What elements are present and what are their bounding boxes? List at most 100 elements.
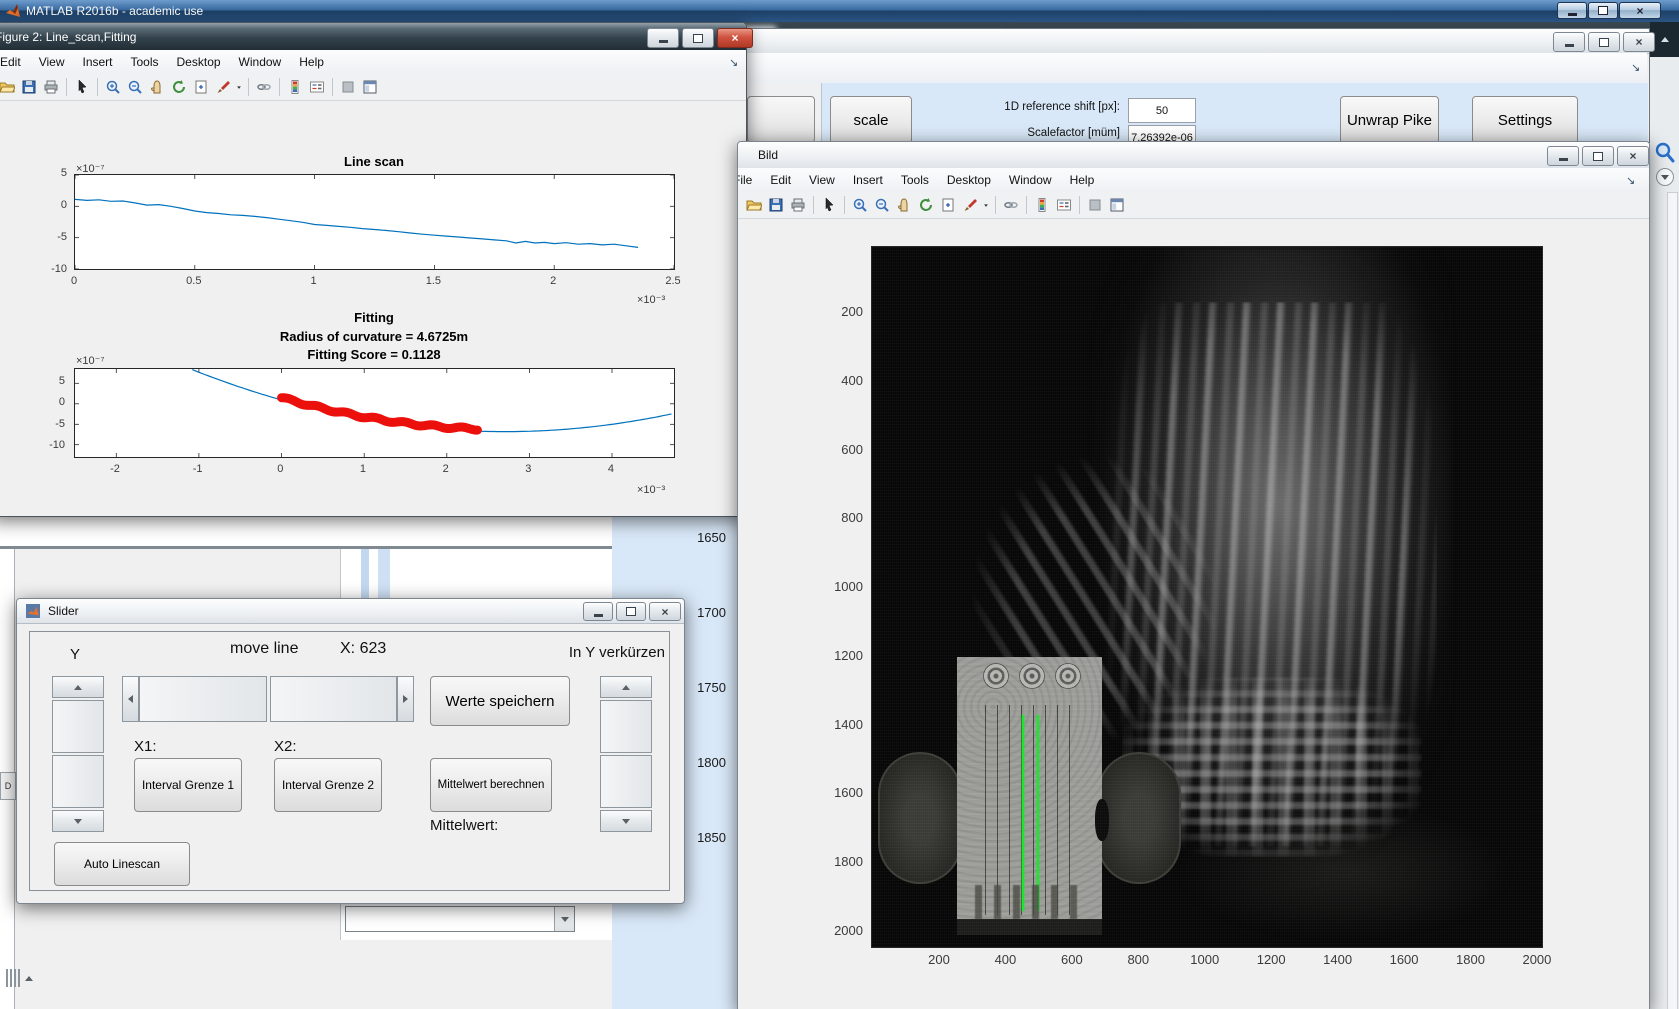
scroll-up-icon[interactable] [600, 676, 652, 698]
zoom-out-icon[interactable] [124, 77, 146, 97]
colorbar-icon[interactable] [284, 77, 306, 97]
menu-help[interactable]: Help [1061, 169, 1104, 191]
dock-arrow-icon[interactable]: ↘ [729, 56, 738, 69]
plain-icon[interactable] [1084, 195, 1106, 215]
link-icon[interactable] [253, 77, 275, 97]
pointer-icon[interactable] [818, 195, 840, 215]
ref-shift-input[interactable]: 50 [1128, 98, 1196, 123]
zoom-in-icon[interactable] [849, 195, 871, 215]
gui-titlebar[interactable] [738, 29, 1649, 54]
menu-help[interactable]: Help [290, 51, 333, 73]
scroll-left-icon[interactable] [122, 676, 139, 722]
scrollbar-thumb[interactable] [600, 700, 652, 753]
y-scrollbar-right[interactable] [600, 676, 652, 832]
docked-icon[interactable] [1106, 195, 1128, 215]
save-icon[interactable] [18, 77, 40, 97]
brush-icon[interactable] [959, 195, 981, 215]
data-cursor-icon[interactable] [937, 195, 959, 215]
vertical-scrollbar[interactable] [1667, 192, 1678, 1009]
settings-button[interactable]: Settings [1472, 96, 1578, 144]
dock-arrow-icon[interactable]: ↘ [1626, 174, 1635, 187]
close-icon[interactable]: × [1623, 32, 1655, 52]
pan-icon[interactable] [893, 195, 915, 215]
menu-insert[interactable]: Insert [844, 169, 892, 191]
open-icon[interactable] [743, 195, 765, 215]
slider-thumb[interactable] [270, 676, 398, 722]
data-cursor-icon[interactable] [190, 77, 212, 97]
auto-linescan-button[interactable]: Auto Linescan [54, 842, 190, 886]
scrollbar-thumb[interactable] [600, 755, 652, 808]
menu-window[interactable]: Window [1000, 169, 1061, 191]
figure2-titlebar[interactable]: Figure 2: Line_scan,Fitting [0, 23, 746, 50]
legend-icon[interactable] [306, 77, 328, 97]
print-icon[interactable] [40, 77, 62, 97]
pan-icon[interactable] [146, 77, 168, 97]
chevron-down-icon[interactable] [554, 907, 574, 931]
scale-button[interactable]: scale [830, 96, 912, 144]
colorbar-icon[interactable] [1031, 195, 1053, 215]
restore-icon[interactable] [682, 28, 714, 48]
menu-desktop[interactable]: Desktop [938, 169, 1000, 191]
minimize-icon[interactable] [1553, 32, 1585, 52]
slider-thumb[interactable] [139, 676, 267, 722]
dock-arrow-icon[interactable]: ↘ [1631, 61, 1640, 74]
scrollbar-thumb[interactable] [52, 700, 104, 753]
menu-edit[interactable]: Edit [0, 51, 30, 73]
close-icon[interactable]: × [649, 602, 681, 621]
close-icon[interactable]: × [1619, 2, 1661, 19]
restore-icon[interactable] [1588, 2, 1618, 19]
restore-icon[interactable] [616, 602, 646, 621]
scroll-up-icon[interactable] [52, 676, 104, 698]
link-icon[interactable] [1000, 195, 1022, 215]
unwrap-pike-button[interactable]: Unwrap Pike [1340, 96, 1439, 144]
restore-icon[interactable] [1588, 32, 1620, 52]
fitting-axes[interactable] [74, 368, 675, 458]
pointer-icon[interactable] [71, 77, 93, 97]
bild-image-axes[interactable] [871, 246, 1543, 948]
save-icon[interactable] [765, 195, 787, 215]
interval-limit1-button[interactable]: Interval Grenze 1 [134, 758, 242, 812]
minimize-icon[interactable] [1557, 2, 1587, 19]
search-icon[interactable] [1654, 141, 1676, 165]
menu-desktop[interactable]: Desktop [168, 51, 230, 73]
bild-titlebar[interactable]: Bild [738, 142, 1649, 169]
scroll-down-icon[interactable] [52, 810, 104, 832]
minimize-icon[interactable] [1547, 146, 1579, 166]
zoom-in-icon[interactable] [102, 77, 124, 97]
docked-panel-tab[interactable]: D [0, 772, 16, 800]
background-dropdown[interactable] [345, 906, 575, 932]
brush-icon[interactable] [212, 77, 234, 97]
save-values-button[interactable]: Werte speichern [430, 676, 570, 726]
rotate-icon[interactable] [168, 77, 190, 97]
plain-icon[interactable] [337, 77, 359, 97]
menu-edit[interactable]: Edit [761, 169, 800, 191]
docked-icon[interactable] [359, 77, 381, 97]
window-grip[interactable] [6, 966, 36, 990]
caret-icon[interactable] [234, 77, 244, 97]
scrollbar-thumb[interactable] [52, 755, 104, 808]
rotate-icon[interactable] [915, 195, 937, 215]
interval-limit2-button[interactable]: Interval Grenze 2 [274, 758, 382, 812]
menu-file[interactable]: File [738, 169, 761, 191]
scroll-down-icon[interactable] [1655, 167, 1675, 187]
menu-tools[interactable]: Tools [122, 51, 168, 73]
menu-window[interactable]: Window [230, 51, 291, 73]
minimize-icon[interactable] [647, 28, 679, 48]
linescan-axes[interactable] [74, 174, 675, 270]
print-icon[interactable] [787, 195, 809, 215]
y-scrollbar-left[interactable] [52, 676, 104, 832]
caret-icon[interactable] [981, 195, 991, 215]
minimize-icon[interactable] [583, 602, 613, 621]
move-line-slider[interactable] [122, 676, 414, 722]
scroll-down-icon[interactable] [600, 810, 652, 832]
menu-insert[interactable]: Insert [73, 51, 121, 73]
scroll-right-icon[interactable] [397, 676, 414, 722]
zoom-out-icon[interactable] [871, 195, 893, 215]
close-icon[interactable]: × [717, 28, 753, 48]
close-icon[interactable]: × [1617, 146, 1649, 166]
menu-view[interactable]: View [800, 169, 844, 191]
hidden-button[interactable] [747, 96, 815, 143]
menu-tools[interactable]: Tools [892, 169, 938, 191]
menu-view[interactable]: View [30, 51, 74, 73]
restore-icon[interactable] [1582, 146, 1614, 166]
